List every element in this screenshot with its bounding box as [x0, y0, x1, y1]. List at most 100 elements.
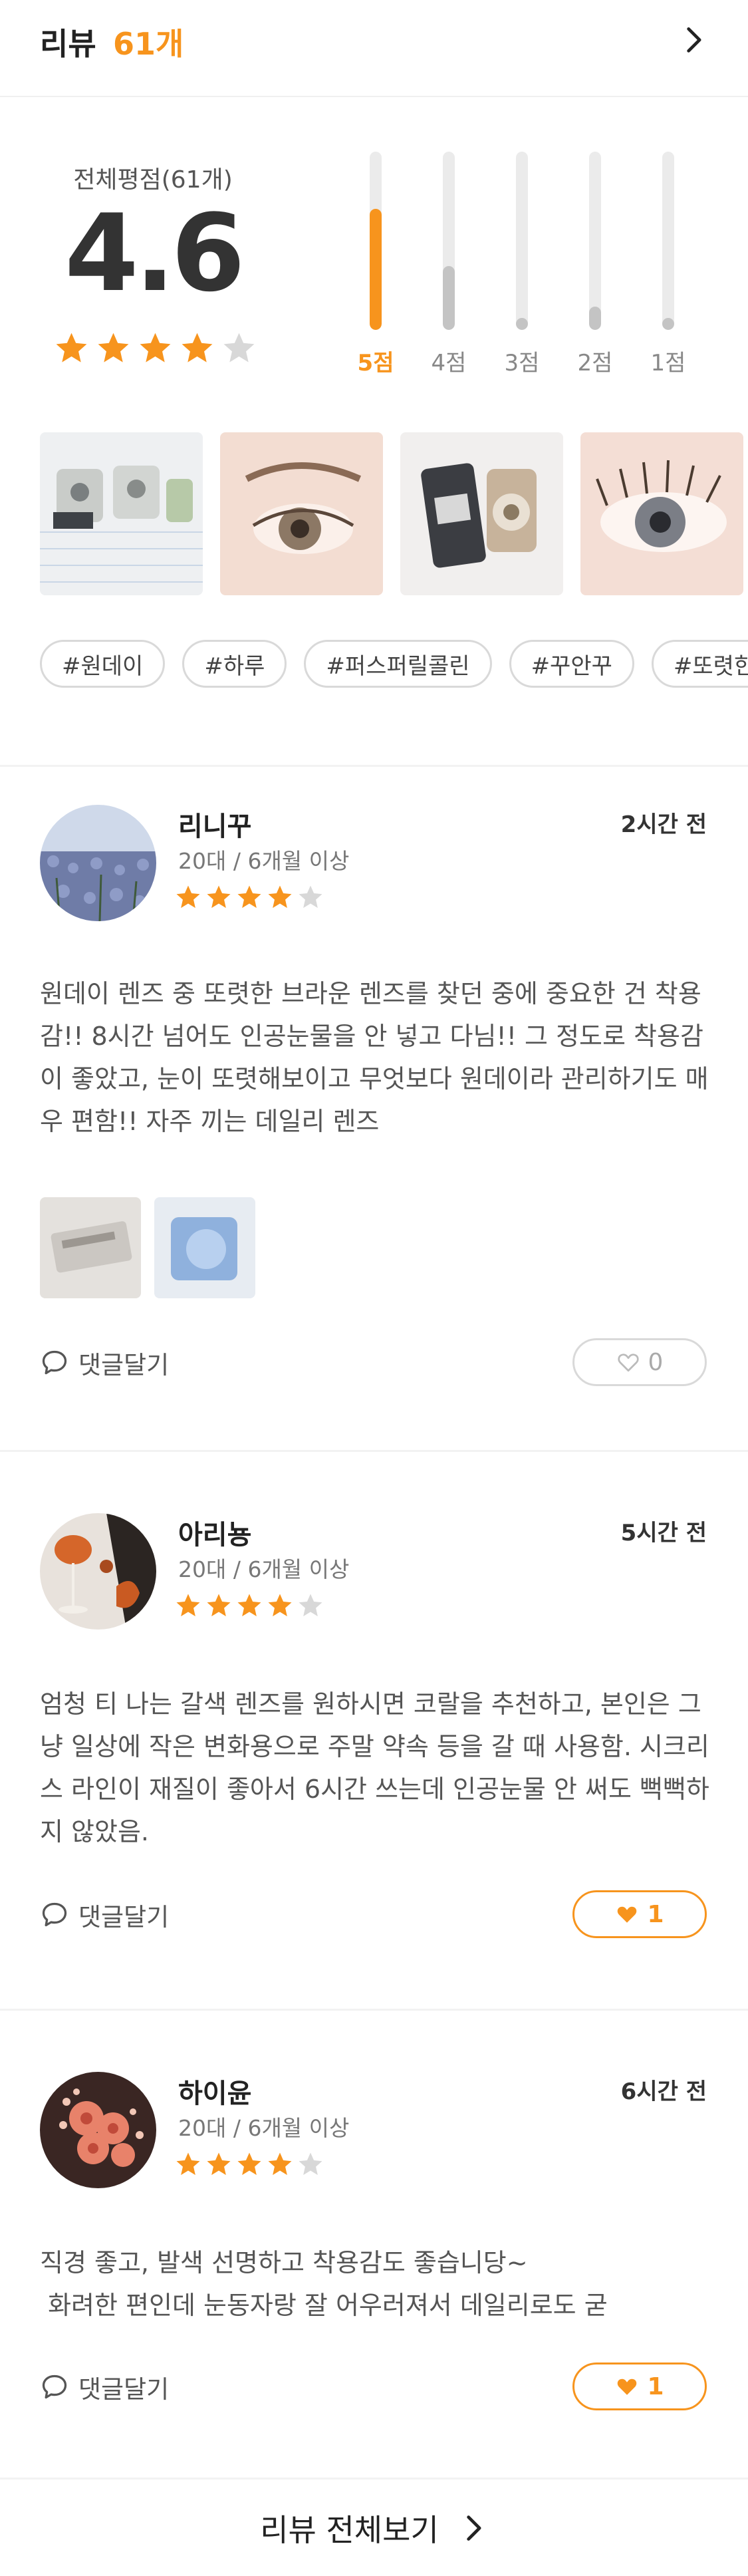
comment-button[interactable]: 댓글달기	[40, 2369, 169, 2405]
rating-bar-fill	[370, 209, 382, 330]
review-stars	[174, 883, 324, 911]
hashtag-chip[interactable]: #원데이	[40, 640, 166, 688]
reviewer-name: 하이윤	[178, 2078, 252, 2109]
reviewer-name: 리니꾸	[178, 811, 252, 842]
speech-bubble-icon	[42, 1350, 67, 1375]
review-item: 리니꾸 20대 / 6개월 이상 2시간 전 원데이 렌즈 중 또렷한 브라운 …	[0, 765, 748, 1450]
chevron-right-icon[interactable]	[679, 25, 708, 55]
star-filled-icon	[237, 2152, 261, 2176]
header-title: 리뷰	[40, 26, 96, 62]
star-empty-icon	[299, 1594, 322, 1617]
star-filled-icon	[207, 2152, 231, 2176]
average-stars	[53, 330, 257, 366]
review-time: 6시간 전	[620, 2078, 707, 2105]
rating-bar-3: 3점	[495, 152, 549, 377]
like-count: 0	[648, 1348, 664, 1376]
heart-outline-icon	[617, 1354, 639, 1372]
rating-bar-label: 2점	[577, 350, 613, 376]
star-filled-icon	[268, 885, 292, 909]
rating-bar-1: 1점	[642, 152, 695, 377]
star-filled-icon	[268, 2152, 292, 2176]
comment-label: 댓글달기	[78, 2375, 170, 2404]
review-text: 엄청 티 나는 갈색 렌즈를 원하시면 코랄을 추천하고, 본인은 그냥 일상에…	[40, 1689, 709, 1846]
review-time: 2시간 전	[620, 811, 707, 838]
star-filled-icon	[207, 885, 231, 909]
review-text: 원데이 렌즈 중 또렷한 브라운 렌즈를 찾던 중에 중요한 건 착용감!! 8…	[40, 979, 709, 1136]
review-photo[interactable]	[220, 432, 383, 595]
speech-bubble-icon	[42, 1902, 67, 1927]
reviewer-meta: 20대 / 6개월 이상	[178, 848, 350, 874]
rating-bar-label: 3점	[504, 350, 540, 376]
section-divider	[0, 2009, 748, 2011]
rating-bar-2: 2점	[568, 152, 622, 377]
reviewer-meta: 20대 / 6개월 이상	[178, 2115, 350, 2141]
review-stars	[174, 2150, 324, 2178]
rating-summary: 전체평점(61개) 4.6 5점 4점 3점 2점 1점	[0, 97, 748, 396]
rating-bar-fill	[589, 307, 601, 330]
star-filled-icon	[237, 1594, 261, 1617]
like-button[interactable]: 1	[572, 1890, 707, 1938]
speech-bubble-icon	[42, 2374, 67, 2399]
star-empty-icon	[299, 2152, 322, 2176]
star-filled-icon	[182, 333, 213, 362]
star-filled-icon	[56, 333, 87, 362]
star-filled-icon	[207, 1594, 231, 1617]
heart-filled-icon	[618, 1906, 637, 1923]
comment-button[interactable]: 댓글달기	[40, 1897, 169, 1933]
comment-label: 댓글달기	[78, 1903, 170, 1932]
heart-filled-icon	[618, 2378, 637, 2395]
review-item: 하이윤 20대 / 6개월 이상 6시간 전 직경 좋고, 발색 선명하고 착용…	[0, 2009, 748, 2478]
reviewer-name: 아리뇽	[178, 1520, 252, 1550]
review-text: 직경 좋고, 발색 선명하고 착용감도 좋습니당~ 화려한 편인데 눈동자랑 잘…	[40, 2241, 711, 2327]
like-button[interactable]: 1	[572, 2362, 707, 2410]
hashtag-chip[interactable]: #꾸안꾸	[509, 640, 634, 688]
star-filled-icon	[268, 1594, 292, 1617]
star-filled-icon	[176, 1594, 200, 1617]
review-item: 아리뇽 20대 / 6개월 이상 5시간 전 엄청 티 나는 갈색 렌즈를 원하…	[0, 1450, 748, 2009]
review-attached-photo[interactable]	[154, 1197, 255, 1298]
star-empty-icon	[223, 333, 255, 362]
like-button[interactable]: 0	[572, 1338, 707, 1386]
review-stars	[174, 1592, 324, 1620]
avatar[interactable]	[40, 2072, 156, 2188]
hashtag-chip[interactable]: #퍼스퍼릴콜린	[304, 640, 492, 688]
rating-bar-label: 1점	[650, 350, 686, 376]
hashtag-chip[interactable]: #또렷한	[651, 640, 748, 688]
chevron-right-icon	[467, 2515, 481, 2541]
avatar[interactable]	[40, 1513, 156, 1630]
review-text-line: 화려한 편인데 눈동자랑 잘 어우러져서 데일리로도 굳	[40, 2291, 608, 2320]
hashtag-chip[interactable]: #하루	[182, 640, 287, 688]
hashtag-list: #원데이 #하루 #퍼스퍼릴콜린 #꾸안꾸 #또렷한	[40, 640, 748, 688]
review-count: 61개	[113, 26, 184, 62]
review-attached-photos	[40, 1197, 255, 1298]
review-header[interactable]: 리뷰 61개	[0, 0, 748, 97]
review-photo[interactable]	[40, 432, 203, 595]
review-photo-strip	[40, 432, 743, 595]
star-filled-icon	[176, 885, 200, 909]
reviewer-meta: 20대 / 6개월 이상	[178, 1556, 350, 1582]
view-all-reviews-button[interactable]: 리뷰 전체보기	[0, 2478, 748, 2576]
star-filled-icon	[98, 333, 129, 362]
review-text-line: 직경 좋고, 발색 선명하고 착용감도 좋습니당~	[40, 2248, 528, 2277]
comment-label: 댓글달기	[78, 1351, 170, 1379]
average-rating-value: 4.6	[64, 191, 245, 315]
rating-bar-fill	[662, 318, 674, 330]
review-photo[interactable]	[400, 432, 563, 595]
rating-bar-fill	[443, 266, 455, 330]
like-count: 1	[647, 1900, 664, 1928]
star-filled-icon	[237, 885, 261, 909]
rating-bar-4: 4점	[422, 152, 475, 377]
comment-button[interactable]: 댓글달기	[40, 1345, 169, 1381]
rating-bar-5: 5점	[349, 152, 402, 377]
rating-bar-fill	[516, 318, 528, 330]
review-time: 5시간 전	[620, 1520, 707, 1546]
average-rating-label: 전체평점(61개)	[73, 166, 233, 194]
like-count: 1	[647, 2372, 664, 2400]
review-attached-photo[interactable]	[40, 1197, 141, 1298]
view-all-label: 리뷰 전체보기	[260, 2511, 439, 2548]
star-filled-icon	[176, 2152, 200, 2176]
review-photo[interactable]	[580, 432, 743, 595]
star-empty-icon	[299, 885, 322, 909]
star-filled-icon	[140, 333, 171, 362]
avatar[interactable]	[40, 805, 156, 921]
